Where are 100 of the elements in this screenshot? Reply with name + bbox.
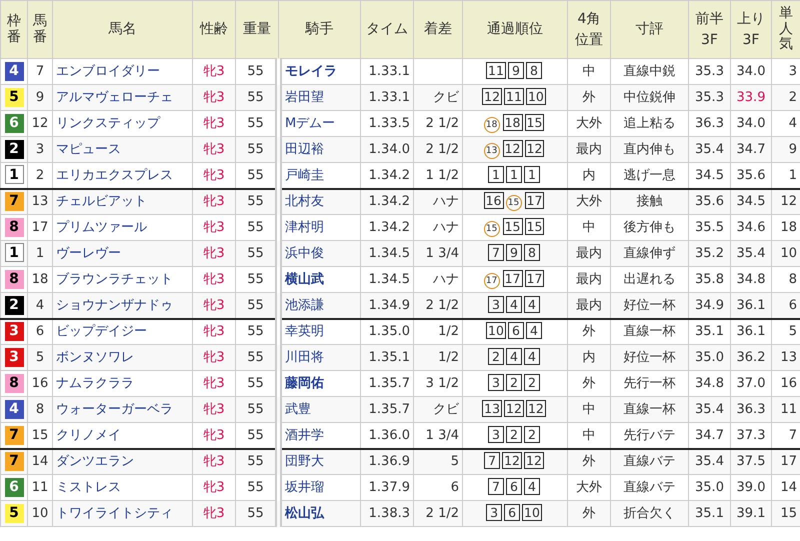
race-comment: 中位鋭伸 [610, 84, 688, 110]
corner-position: 大外 [568, 188, 610, 214]
column-header: 騎手 [278, 0, 360, 58]
last-3f-time: 36.1 [730, 292, 772, 318]
race-comment: 直線一杯 [610, 396, 688, 422]
horse-name[interactable]: ショウナンザナドゥ [52, 292, 192, 318]
position-box: 9 [506, 244, 522, 261]
race-comment: 直線バテ [610, 448, 688, 474]
position-box: 2 [488, 348, 504, 365]
horse-name[interactable]: ウォーターガーベラ [52, 396, 192, 422]
frame-number-badge: 6 [4, 478, 24, 497]
column-header: 性齢 [192, 0, 236, 58]
sex-age: 牝3 [192, 396, 236, 422]
frame-number-badge: 7 [4, 192, 24, 211]
sex-age: 牝3 [192, 84, 236, 110]
position-box: 2 [524, 426, 540, 442]
sex-age: 牝3 [192, 240, 236, 266]
circled-position: 15 [506, 195, 522, 211]
column-header: 通過順位 [462, 0, 568, 58]
frame-number-badge: 3 [4, 348, 24, 367]
first-3f-time: 35.4 [688, 448, 730, 474]
circled-position: 15 [484, 220, 500, 237]
first-3f-time: 35.3 [688, 84, 730, 110]
frame-number-badge: 8 [4, 374, 24, 393]
popularity: 10 [772, 240, 800, 266]
position-box: 12 [482, 88, 502, 105]
horse-name[interactable]: アルマヴェローチェ [52, 84, 192, 110]
popularity: 11 [772, 396, 800, 422]
finish-time: 1.34.0 [360, 136, 414, 162]
first-3f-time: 35.0 [688, 344, 730, 370]
margin: クビ [414, 84, 462, 110]
horse-name[interactable]: ボンヌソワレ [52, 344, 192, 370]
last-3f-time: 36.2 [730, 344, 772, 370]
position-box: 12 [502, 140, 522, 157]
corner-position: 内 [568, 344, 610, 370]
weight: 55 [236, 500, 278, 526]
horse-name[interactable]: ヴーレヴー [52, 240, 192, 266]
position-box: 17 [524, 192, 544, 209]
column-header: タイム [360, 0, 414, 58]
finish-time: 1.33.1 [360, 84, 414, 110]
race-comment: 好位一杯 [610, 344, 688, 370]
position-box: 15 [524, 218, 544, 235]
first-3f-time: 35.6 [688, 188, 730, 214]
position-box: 1 [506, 166, 522, 182]
column-header: 寸評 [610, 0, 688, 58]
horse-name[interactable]: ダンツエラン [52, 448, 192, 474]
weight: 55 [236, 396, 278, 422]
last-3f-time: 34.7 [730, 136, 772, 162]
finish-time: 1.38.3 [360, 500, 414, 526]
position-box: 12 [524, 452, 544, 469]
margin: 1 3/4 [414, 240, 462, 266]
weight: 55 [236, 240, 278, 266]
position-box: 8 [524, 244, 540, 261]
race-comment: 折合欠く [610, 500, 688, 526]
position-box: 1 [488, 166, 504, 182]
first-3f-time: 35.1 [688, 500, 730, 526]
circled-position: 13 [484, 142, 500, 159]
sex-age: 牝3 [192, 136, 236, 162]
circled-position: 17 [484, 272, 500, 289]
column-header: 着差 [414, 0, 462, 58]
column-header: 枠番 [0, 0, 28, 58]
first-3f-time: 35.4 [688, 396, 730, 422]
position-box: 10 [486, 322, 506, 339]
position-box: 13 [482, 400, 502, 417]
position-box: 4 [506, 296, 522, 312]
horse-number: 4 [28, 292, 52, 318]
horse-number: 14 [28, 448, 52, 474]
popularity: 12 [772, 188, 800, 214]
margin: 2 1/2 [414, 136, 462, 162]
position-box: 8 [526, 62, 542, 79]
column-header: 馬名 [52, 0, 192, 58]
position-box: 18 [502, 114, 522, 131]
position-box: 4 [526, 322, 542, 339]
popularity: 6 [772, 292, 800, 318]
horse-name[interactable]: マピュース [52, 136, 192, 162]
last-3f-time: 35.4 [730, 240, 772, 266]
sex-age: 牝3 [192, 344, 236, 370]
frame-number-badge: 1 [4, 165, 24, 184]
position-box: 2 [506, 374, 522, 391]
frame-number-badge: 4 [4, 400, 24, 419]
position-box: 10 [522, 504, 542, 521]
corner-position: 最内 [568, 240, 610, 266]
horse-name[interactable]: チェルビアット [52, 188, 192, 214]
popularity: 15 [772, 500, 800, 526]
column-header: 重量 [236, 0, 278, 58]
frame-number-badge: 7 [4, 452, 24, 471]
weight: 55 [236, 344, 278, 370]
frame-number-badge: 6 [4, 114, 24, 133]
position-box: 15 [524, 114, 544, 131]
race-comment: 好位一杯 [610, 292, 688, 318]
popularity: 2 [772, 84, 800, 110]
corner-position: 外 [568, 448, 610, 474]
horse-name[interactable]: トワイライトシティ [52, 500, 192, 526]
position-box: 6 [504, 504, 520, 521]
frame-number-badge: 8 [4, 218, 24, 237]
position-box: 12 [502, 452, 522, 469]
popularity: 17 [772, 448, 800, 474]
column-header: 単人気 [772, 0, 800, 58]
frame-number-badge: 3 [4, 322, 24, 341]
frame-number-badge: 1 [4, 243, 24, 262]
